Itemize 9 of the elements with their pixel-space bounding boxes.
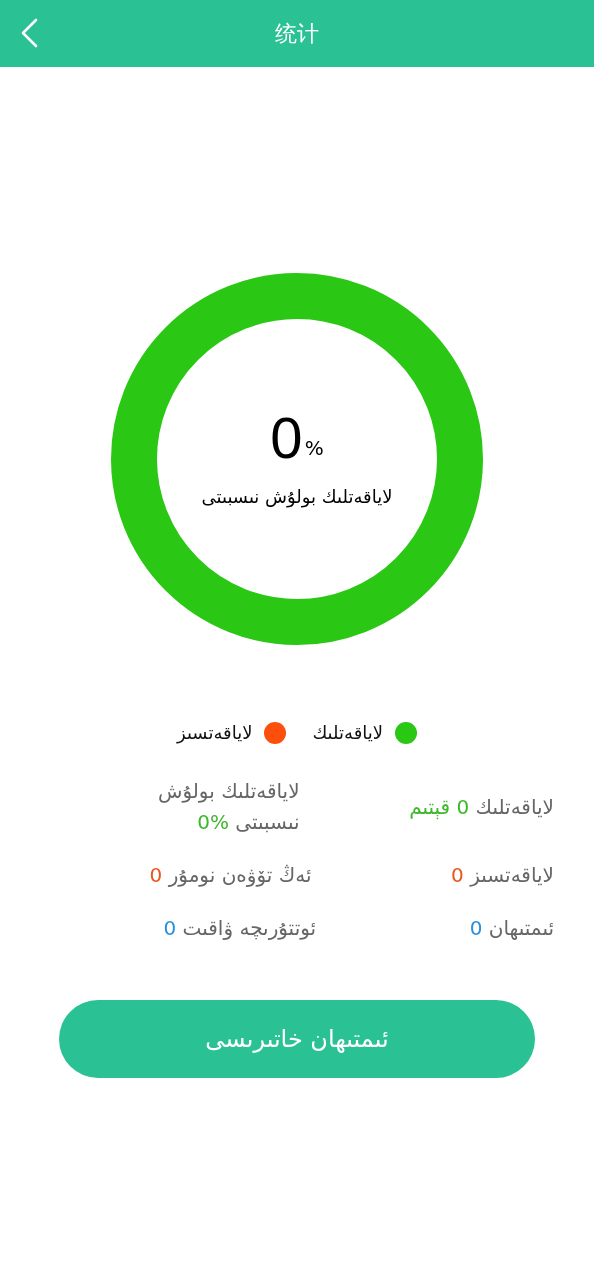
ring-caption: لاياقەتلىك بولۇش نىسبىتى (201, 484, 393, 510)
back-icon (20, 18, 38, 48)
legend-label: لاياقەتلىك (312, 721, 384, 745)
stat-text: لاياقەتلىك 0 قېتىم (409, 793, 554, 822)
back-button[interactable] (20, 18, 38, 48)
page-title: 统计 (275, 20, 319, 48)
legend-label: لاياقەتسىز (177, 721, 253, 746)
percent-value: 0% (270, 408, 324, 467)
exam-record-button[interactable]: ئىمتىھان خاتىرىسى (59, 1000, 535, 1078)
